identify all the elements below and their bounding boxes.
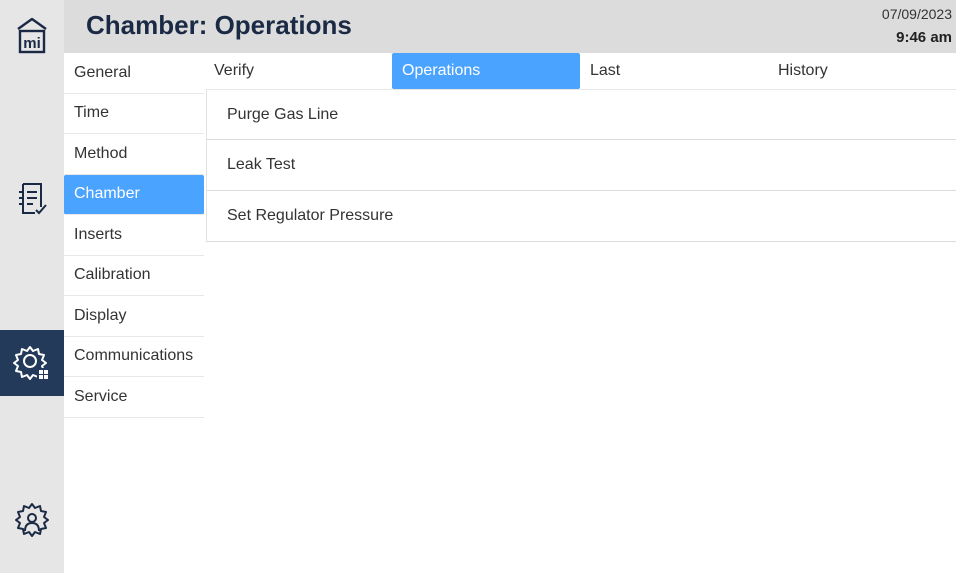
tab-bar: Verify Operations Last History <box>204 53 956 89</box>
service-gear-icon <box>15 503 49 537</box>
tab-operations[interactable]: Operations <box>392 53 580 89</box>
page-title: Chamber: Operations <box>86 10 352 40</box>
date-display: 07/09/2023 <box>881 6 952 22</box>
tab-verify[interactable]: Verify <box>204 53 392 89</box>
category-menu: General Time Method Chamber Inserts Cali… <box>64 53 204 418</box>
operations-list: Purge Gas Line Leak Test Set Regulator P… <box>206 89 956 242</box>
menu-item-chamber[interactable]: Chamber <box>64 174 204 215</box>
menu-item-method[interactable]: Method <box>64 134 204 175</box>
menu-item-inserts[interactable]: Inserts <box>64 215 204 256</box>
operation-set-regulator-pressure[interactable]: Set Regulator Pressure <box>207 191 956 242</box>
tab-last[interactable]: Last <box>580 53 768 89</box>
home-button[interactable]: mi <box>0 8 64 64</box>
settings-button[interactable] <box>0 330 64 396</box>
menu-item-general[interactable]: General <box>64 53 204 94</box>
menu-item-calibration[interactable]: Calibration <box>64 255 204 296</box>
operation-purge-gas-line[interactable]: Purge Gas Line <box>207 89 956 140</box>
operation-leak-test[interactable]: Leak Test <box>207 140 956 191</box>
service-button[interactable] <box>0 492 64 550</box>
svg-text:mi: mi <box>23 35 41 52</box>
methods-button[interactable] <box>0 170 64 228</box>
menu-item-display[interactable]: Display <box>64 296 204 337</box>
menu-item-service[interactable]: Service <box>64 377 204 418</box>
checklist-icon <box>19 183 47 215</box>
tab-history[interactable]: History <box>768 53 956 89</box>
header-bar: Chamber: Operations 07/09/2023 9:46 am <box>64 0 956 53</box>
settings-grid-icon <box>13 346 49 380</box>
home-mi-icon: mi <box>17 17 47 54</box>
time-display: 9:46 am <box>896 29 952 46</box>
menu-item-time[interactable]: Time <box>64 93 204 134</box>
icon-rail: mi <box>0 0 64 573</box>
menu-item-communications[interactable]: Communications <box>64 336 204 377</box>
